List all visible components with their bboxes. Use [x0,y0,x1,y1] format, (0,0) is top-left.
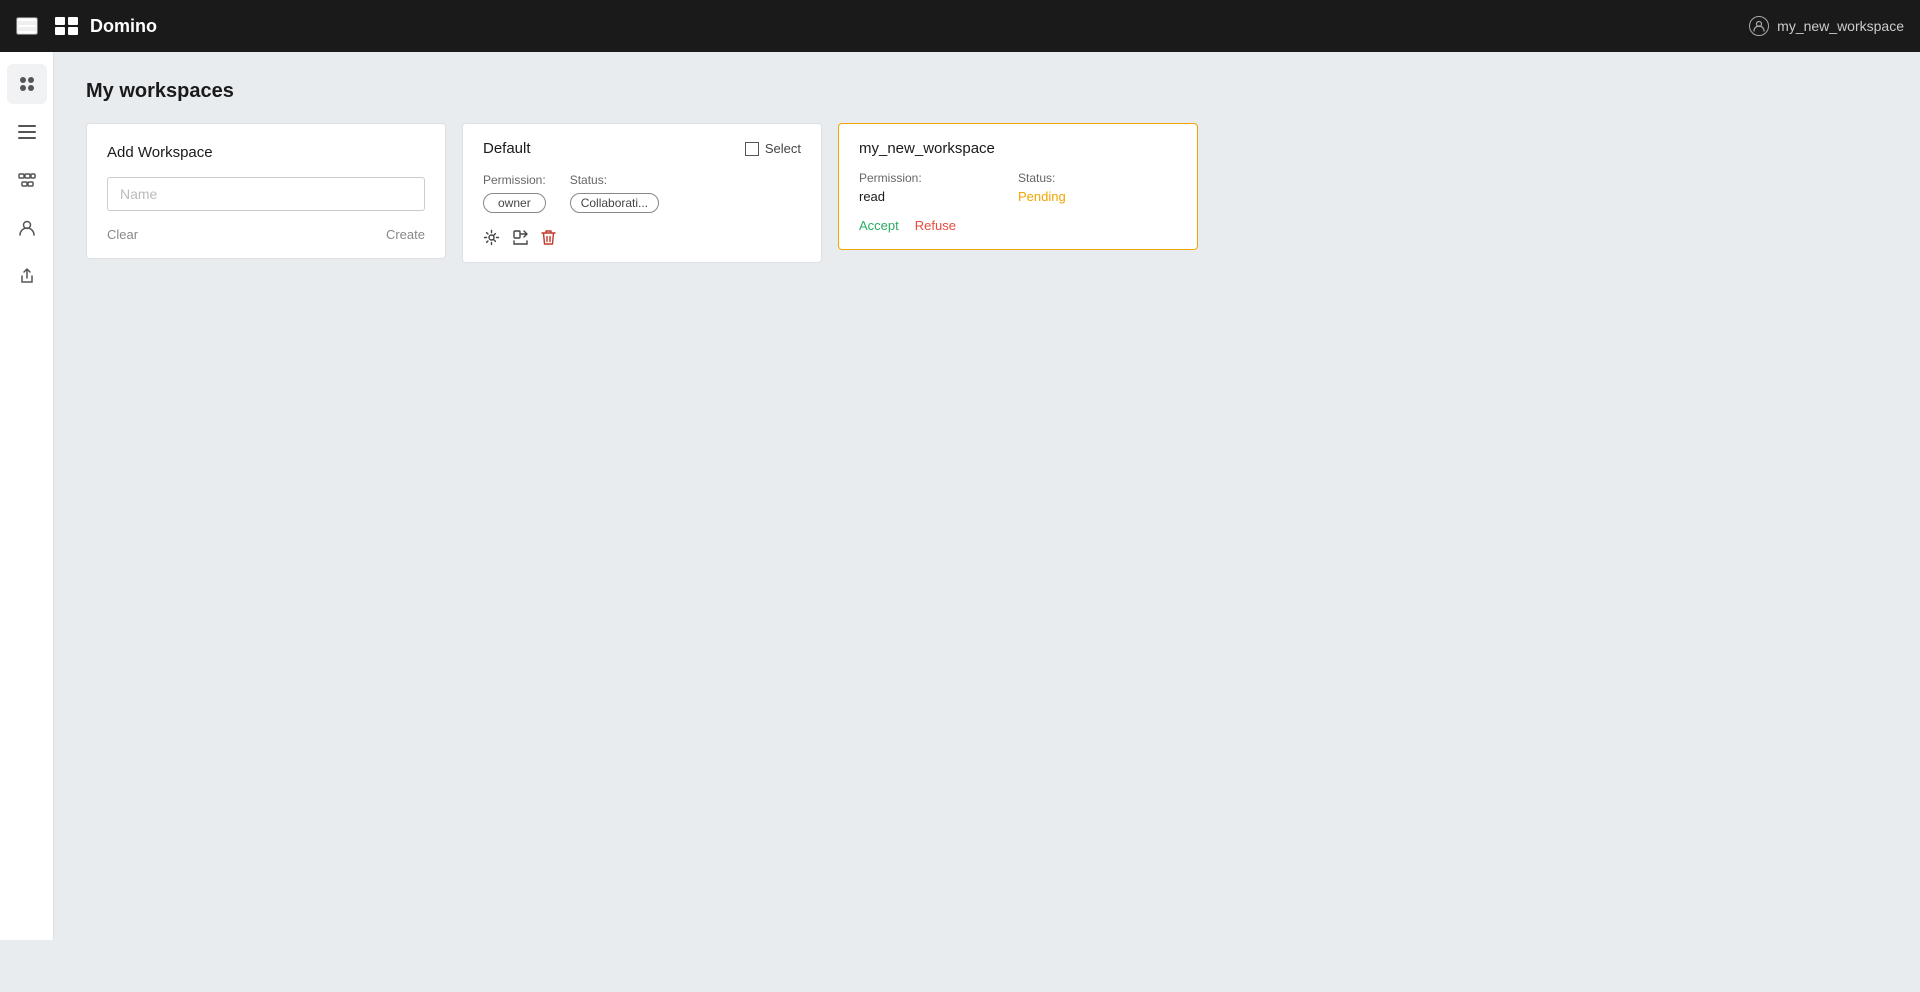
pending-workspace-name: my_new_workspace [859,140,1177,157]
sidebar-item-export[interactable] [7,256,47,296]
page-title: My workspaces [86,80,1888,103]
sidebar-item-flow[interactable] [7,160,47,200]
nav-left: Domino [16,16,157,37]
pending-permission-value: read [859,189,1018,204]
app-name: Domino [90,16,157,37]
logo-mark-icon [54,16,82,36]
sidebar-item-user[interactable] [7,208,47,248]
user-avatar-icon [1749,16,1769,36]
settings-icon-button[interactable] [483,229,500,246]
hamburger-menu-button[interactable] [16,17,38,35]
status-col: Status: Collaborati... [570,173,659,213]
current-user-label: my_new_workspace [1777,18,1904,34]
default-workspace-card: Default Select Permission: owner Status:… [462,123,822,263]
export-icon-button[interactable] [512,229,529,246]
create-button[interactable]: Create [386,227,425,242]
pending-perm-status-grid: Permission: Status: read Pending [859,171,1177,204]
pending-status-value: Pending [1018,189,1177,204]
permission-field-label: Permission: [483,173,546,187]
pending-workspace-card: my_new_workspace Permission: Status: rea… [838,123,1198,250]
refuse-button[interactable]: Refuse [915,218,956,233]
app-logo: Domino [54,16,157,37]
workspace-cards-row: Add Workspace Clear Create Default Selec… [86,123,1888,263]
add-workspace-card: Add Workspace Clear Create [86,123,446,259]
pending-permission-label: Permission: [859,171,1018,185]
permission-badge: owner [483,193,546,213]
add-workspace-title: Add Workspace [107,144,425,161]
pending-action-row: Accept Refuse [859,218,1177,233]
accept-button[interactable]: Accept [859,218,899,233]
permission-status-row: Permission: owner Status: Collaborati... [483,173,801,213]
workspace-name-input[interactable] [107,177,425,211]
select-checkbox[interactable] [745,142,759,156]
default-workspace-name: Default [483,140,531,157]
add-workspace-actions: Clear Create [107,227,425,242]
status-field-label: Status: [570,173,659,187]
sidebar-item-list[interactable] [7,112,47,152]
permission-col: Permission: owner [483,173,546,213]
pending-status-label: Status: [1018,171,1177,185]
card-icon-row [483,229,801,246]
sidebar-item-grid[interactable] [7,64,47,104]
status-badge: Collaborati... [570,193,659,213]
clear-button[interactable]: Clear [107,227,138,242]
select-container[interactable]: Select [745,141,801,156]
default-card-header: Default Select [483,140,801,157]
select-label: Select [765,141,801,156]
sidebar [0,52,54,940]
top-navigation: Domino my_new_workspace [0,0,1920,52]
delete-icon-button[interactable] [541,229,556,246]
main-content: My workspaces Add Workspace Clear Create… [54,52,1920,940]
nav-right: my_new_workspace [1749,16,1904,36]
